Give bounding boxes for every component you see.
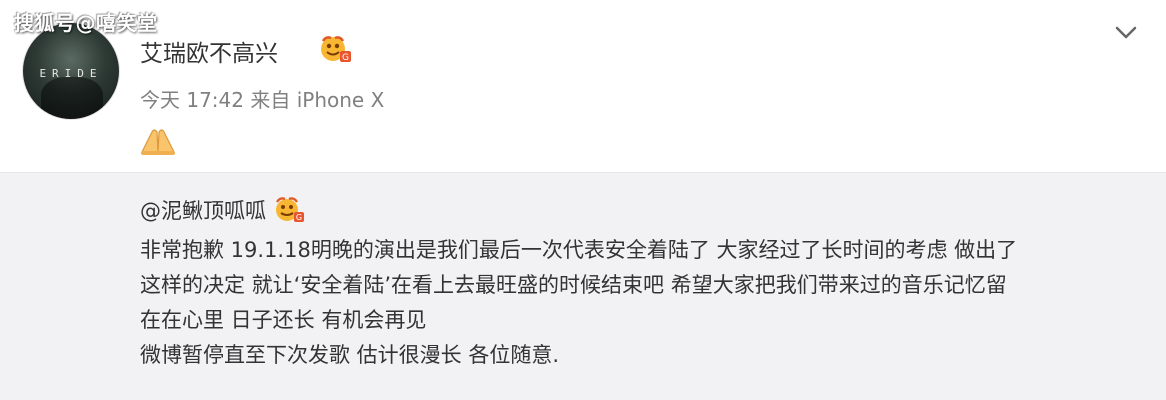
repost-line-4: 微博暂停直至下次发歌 估计很漫长 各位随意. <box>140 343 560 367</box>
username[interactable]: 艾瑞欧不高兴 <box>140 34 278 68</box>
repost-body: 非常抱歉 19.1.18明晚的演出是我们最后一次代表安全着陆了 大家经过了长时间… <box>140 233 1140 373</box>
svg-text:G: G <box>296 213 302 222</box>
repost-line-2: 这样的决定 就让‘安全着陆’在看上去最旺盛的时候结束吧 希望大家把我们带来过的音… <box>140 273 1007 297</box>
verified-badge-icon: G <box>276 197 304 222</box>
watermark: 搜狐号@嘻笑堂 <box>14 11 158 35</box>
folded-hands-emoji-icon <box>141 129 175 155</box>
weibo-post: ERIDE 艾瑞欧不高兴 G 今天 17:42 来自 iPhone X <box>0 0 1166 172</box>
mention-line: @泥鳅顶呱呱 G <box>140 195 306 225</box>
avatar-text: ERIDE <box>39 67 103 80</box>
avatar-figure <box>41 77 103 119</box>
svg-text:G: G <box>342 53 349 63</box>
reposted-weibo[interactable]: @泥鳅顶呱呱 G 非常抱歉 19.1.18明晚的演出是我们最后一次代表安全着陆了… <box>0 172 1166 400</box>
chevron-down-icon[interactable] <box>1112 18 1140 46</box>
post-meta: 今天 17:42 来自 iPhone X <box>140 88 385 112</box>
repost-line-3: 在在心里 日子还长 有机会再见 <box>140 308 427 332</box>
verified-badge-icon: G <box>321 36 351 63</box>
repost-line-1: 非常抱歉 19.1.18明晚的演出是我们最后一次代表安全着陆了 大家经过了长时间… <box>140 238 1018 262</box>
mention-username[interactable]: @泥鳅顶呱呱 <box>140 195 266 225</box>
avatar[interactable]: ERIDE <box>22 22 120 120</box>
